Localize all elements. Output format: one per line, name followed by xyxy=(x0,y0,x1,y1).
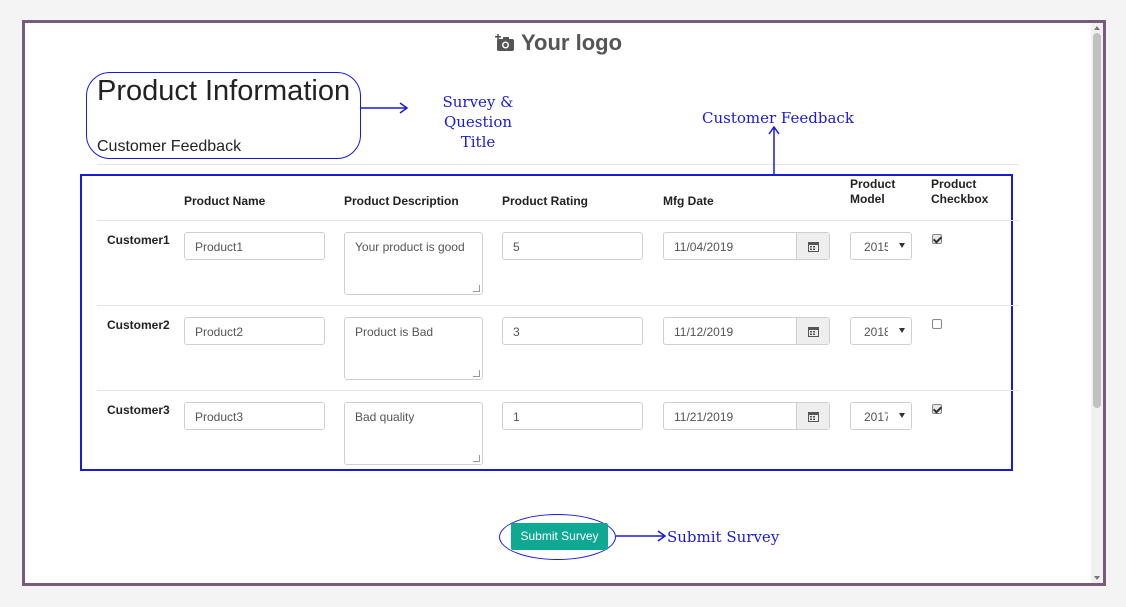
col-header-product-model-line-2: Model xyxy=(850,192,885,206)
product-rating-input[interactable]: 1 xyxy=(502,402,643,430)
row-divider xyxy=(97,390,1019,391)
row-divider xyxy=(97,305,1019,306)
resize-grip-icon[interactable] xyxy=(473,285,480,292)
product-model-value: 2015 xyxy=(864,240,888,254)
resize-grip-icon[interactable] xyxy=(473,370,480,377)
calendar-icon[interactable] xyxy=(796,403,829,429)
col-header-product-checkbox-line-2: Checkbox xyxy=(931,192,989,206)
calendar-icon[interactable] xyxy=(796,318,829,344)
mfg-date-value: 11/21/2019 xyxy=(674,410,734,424)
product-model-select[interactable]: 2018 xyxy=(850,317,912,345)
mfg-date-picker[interactable]: 11/04/2019 xyxy=(663,232,830,260)
product-checkbox[interactable] xyxy=(932,234,942,244)
product-rating-input[interactable]: 3 xyxy=(502,317,643,345)
col-header-product-model-line-1: Product xyxy=(850,177,896,191)
submit-annotation-label: Submit Survey xyxy=(667,528,780,546)
product-model-value: 2017 xyxy=(864,410,888,424)
chevron-down-icon xyxy=(899,328,905,333)
col-header-mfg-date: Mfg Date xyxy=(663,194,714,208)
header-divider xyxy=(97,220,1019,221)
product-checkbox[interactable] xyxy=(932,319,942,329)
resize-grip-icon[interactable] xyxy=(473,455,480,462)
product-description-textarea[interactable]: Bad quality xyxy=(344,402,483,465)
col-header-product-model: Product Model xyxy=(850,177,895,207)
col-header-product-name: Product Name xyxy=(184,194,266,208)
mfg-date-picker[interactable]: 11/21/2019 xyxy=(663,402,830,430)
product-description-textarea[interactable]: Your product is good xyxy=(344,232,483,295)
row-label-customer3: Customer3 xyxy=(107,403,170,417)
page-frame: Your logo Product Information Customer F… xyxy=(22,20,1106,586)
row-label-customer1: Customer1 xyxy=(107,233,170,247)
mfg-date-value: 11/04/2019 xyxy=(674,240,734,254)
row-label-customer2: Customer2 xyxy=(107,318,170,332)
chevron-down-icon xyxy=(899,413,905,418)
calendar-icon[interactable] xyxy=(796,233,829,259)
mfg-date-picker[interactable]: 11/12/2019 xyxy=(663,317,830,345)
product-description-text: Your product is good xyxy=(355,240,465,254)
col-header-product-description: Product Description xyxy=(344,194,459,208)
chevron-down-icon xyxy=(899,243,905,248)
product-name-input[interactable]: Product2 xyxy=(184,317,325,345)
submit-survey-button[interactable]: Submit Survey xyxy=(511,523,608,550)
mfg-date-value: 11/12/2019 xyxy=(674,325,734,339)
product-description-text: Product is Bad xyxy=(355,325,434,339)
product-name-input[interactable]: Product3 xyxy=(184,402,325,430)
col-header-product-checkbox-line-1: Product xyxy=(931,177,977,191)
col-header-product-checkbox: Product Checkbox xyxy=(931,177,988,207)
product-model-select[interactable]: 2015 xyxy=(850,232,912,260)
product-model-value: 2018 xyxy=(864,325,888,339)
product-description-textarea[interactable]: Product is Bad xyxy=(344,317,483,380)
col-header-product-rating: Product Rating xyxy=(502,194,588,208)
product-model-select[interactable]: 2017 xyxy=(850,402,912,430)
product-checkbox[interactable] xyxy=(932,404,942,414)
product-description-text: Bad quality xyxy=(355,410,415,424)
product-name-input[interactable]: Product1 xyxy=(184,232,325,260)
product-rating-input[interactable]: 5 xyxy=(502,232,643,260)
